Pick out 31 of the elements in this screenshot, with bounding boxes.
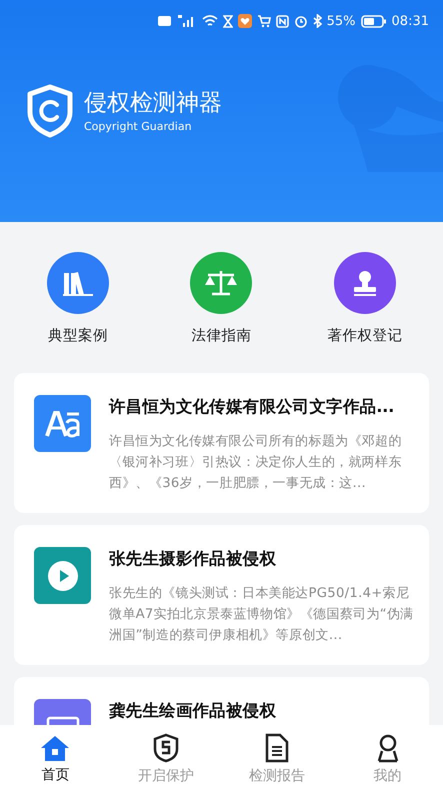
- tab-button[interactable]: 首页: [0, 725, 111, 793]
- case-title: 许昌恒为文化传媒有限公司文字作品...: [109, 396, 396, 418]
- shield-icon: [153, 733, 180, 763]
- app-subtitle: Copyright Guardian: [84, 120, 193, 133]
- letters-icon: [34, 395, 91, 452]
- case-description: 许昌恒为文化传媒有限公司所有的标题为《邓超的〈银河补习班〉引热议：决定你人生的，就两样东西》、《36岁，一肚肥膘，一事无成：这...: [109, 433, 403, 493]
- shield-logo-icon: [26, 84, 74, 138]
- battery-percent: 55%: [326, 14, 356, 28]
- nfc-icon: [276, 14, 289, 28]
- person-icon: [376, 733, 400, 763]
- bluetooth-icon: [312, 14, 322, 28]
- home-icon: [40, 734, 70, 762]
- alarm-icon: [294, 14, 308, 28]
- wifi-icon: [202, 14, 218, 28]
- document-icon: [264, 733, 289, 763]
- hourglass-icon: [222, 14, 233, 28]
- clock-time: 08:31: [392, 14, 429, 28]
- case-description: 张先生的《镜头测试：日本美能达PG50/1.4+索尼微单A7实拍北京景泰蓝博物馆》《德国蔡司为“伪满洲国”制造的蔡司伊康相机》等原创文...: [109, 585, 414, 645]
- case-card[interactable]: 张先生摄影作品被侵权 张先生的《镜头测试：日本美能达PG50/1.4+索尼微单A7实拍北京景泰蓝博物馆》《德国蔡司为“伪满洲国”制造的蔡司伊康相机》等原创文...: [14, 525, 429, 665]
- case-card[interactable]: 龚先生绘画作品被侵权: [14, 677, 429, 725]
- case-card[interactable]: 许昌恒为文化传媒有限公司文字作品... 许昌恒为文化传媒有限公司所有的标题为《邓超的〈银河补习班〉引热议：决定你人生的，就两样东西》、《36岁，一肚肥膘，一事无成：这...: [14, 373, 429, 513]
- shortcut-button[interactable]: 著作权登记: [300, 252, 430, 345]
- case-title: 张先生摄影作品被侵权: [109, 548, 278, 570]
- shortcut-button[interactable]: 典型案例: [12, 252, 143, 345]
- cart-icon: [256, 14, 271, 28]
- case-title: 龚先生绘画作品被侵权: [109, 700, 278, 722]
- shortcut-button[interactable]: 法律指南: [156, 252, 286, 345]
- app-title: 侵权检测神器: [84, 89, 222, 117]
- battery-icon: [360, 14, 387, 28]
- play-icon: [34, 547, 91, 604]
- app-icon: [238, 14, 252, 28]
